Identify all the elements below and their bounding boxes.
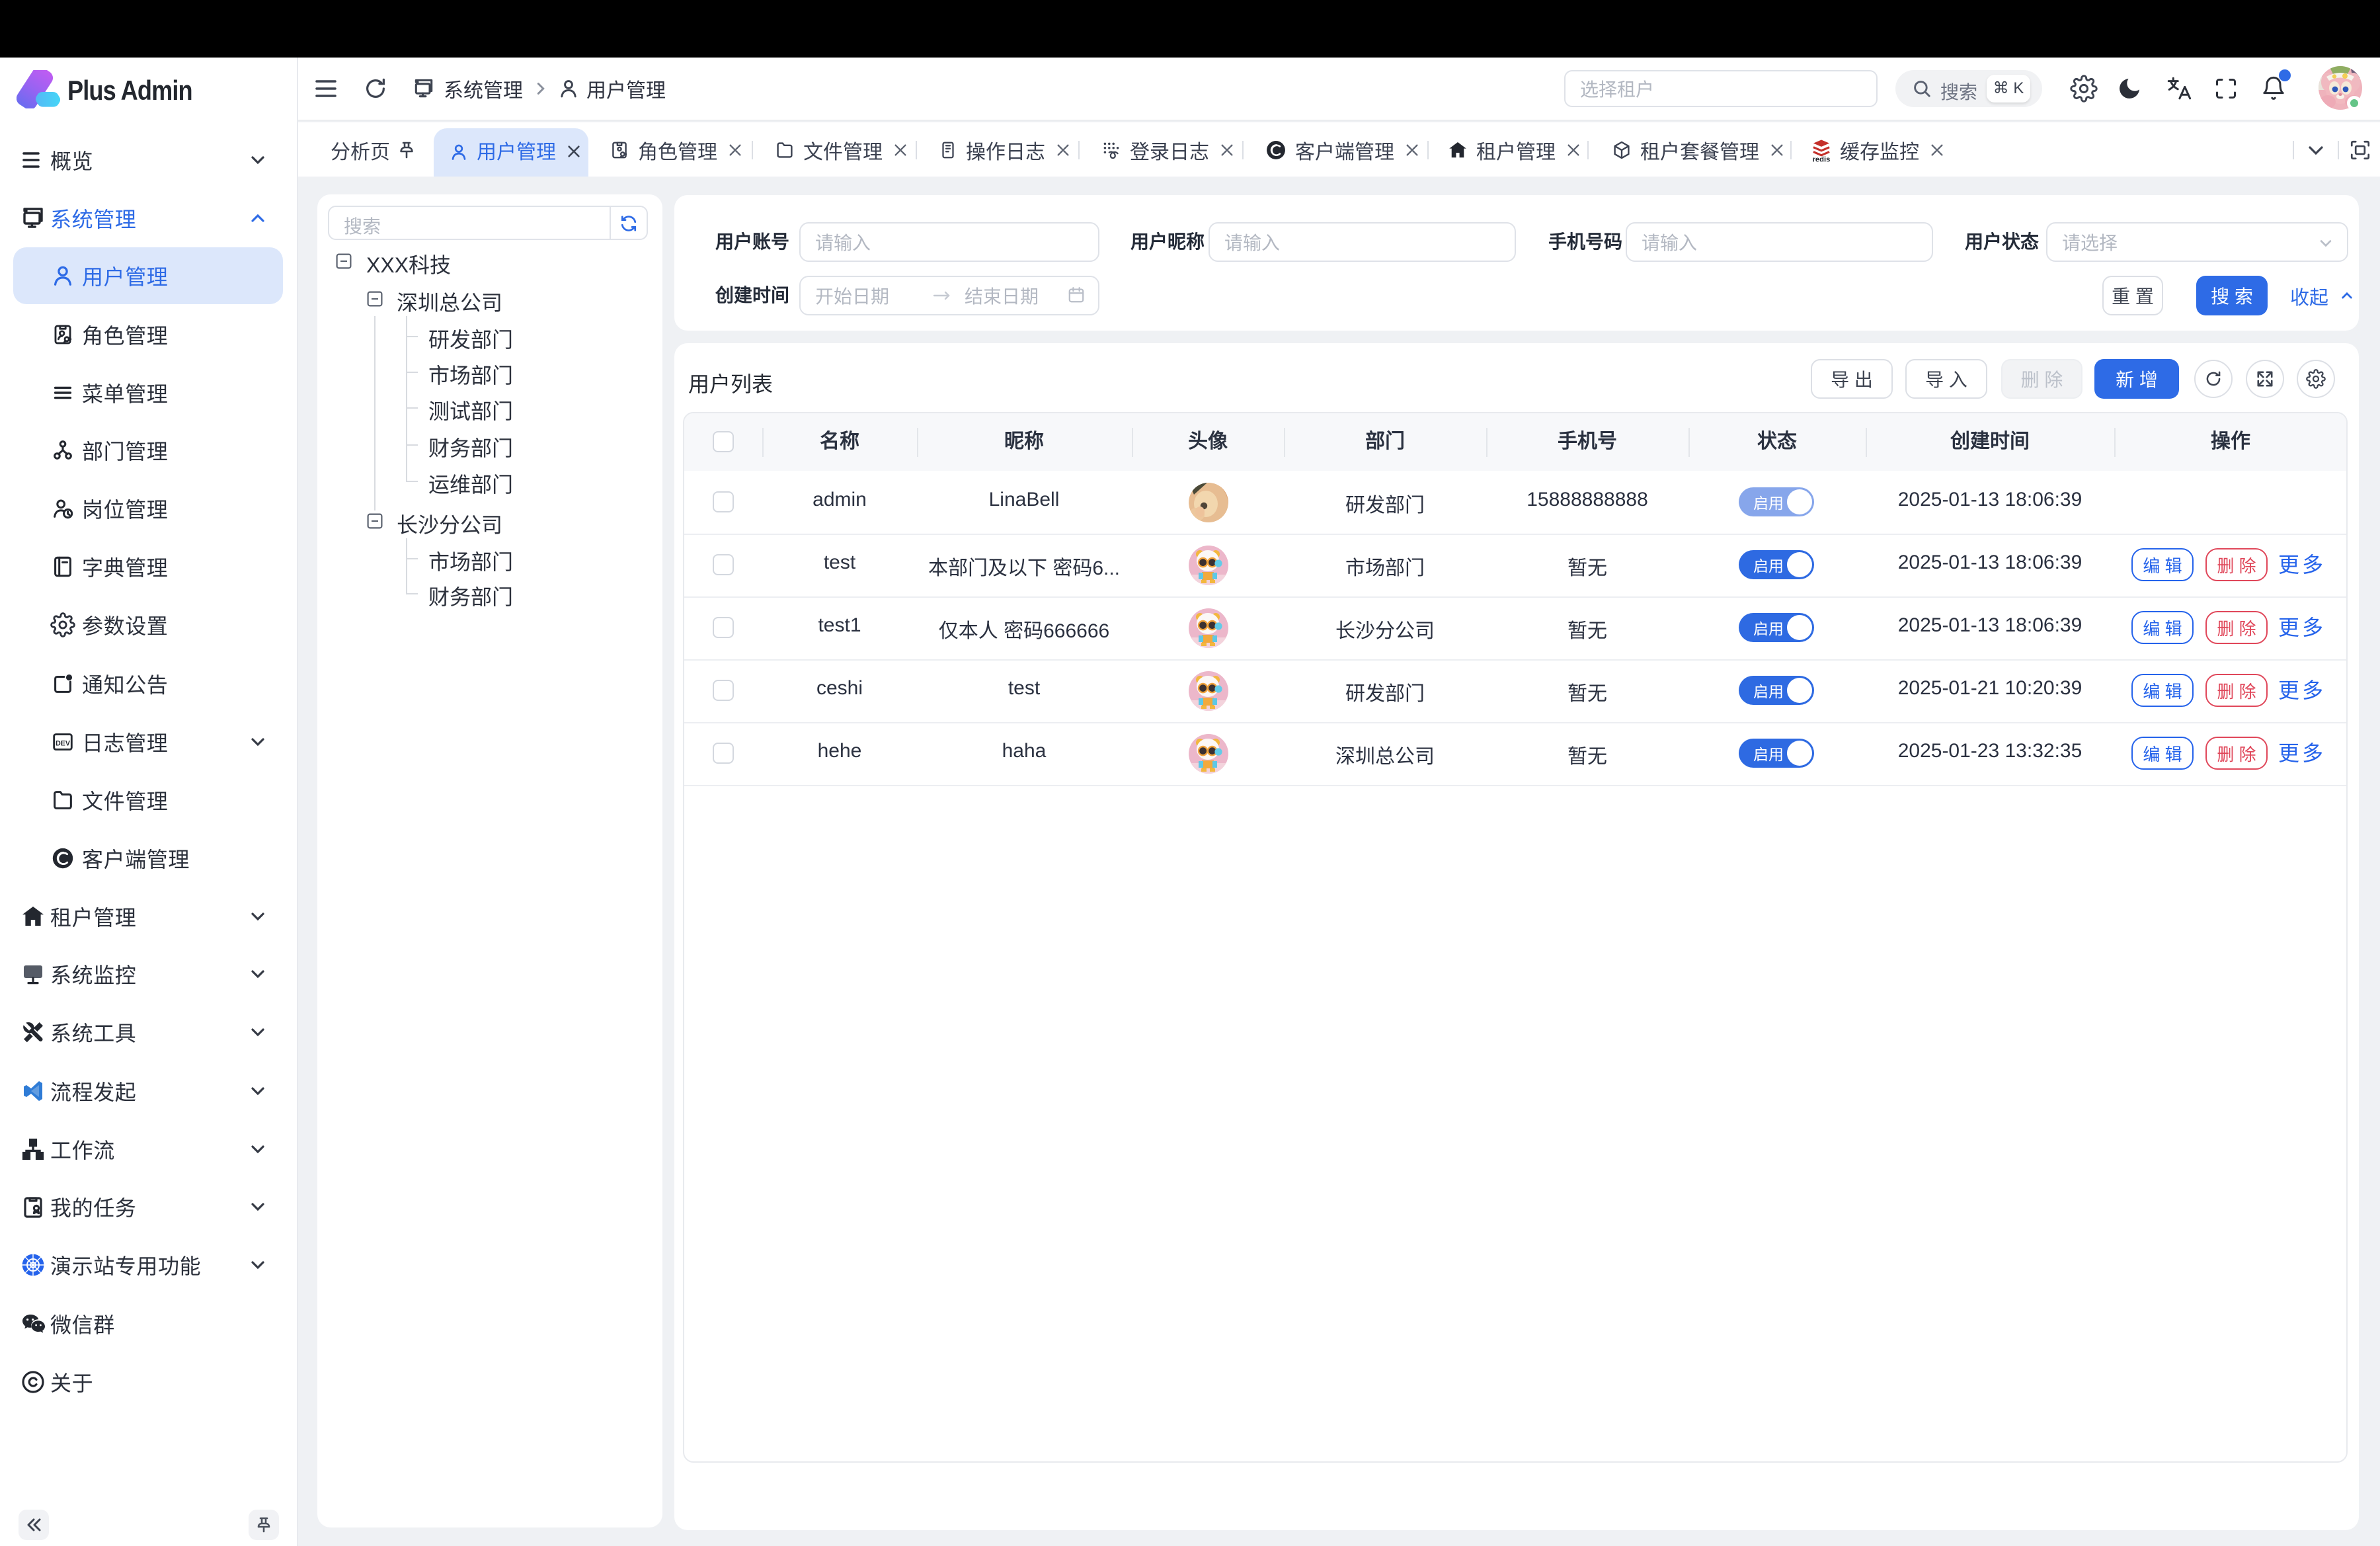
svg-text:redis: redis: [1813, 155, 1831, 163]
svg-text:DEV: DEV: [56, 739, 71, 747]
